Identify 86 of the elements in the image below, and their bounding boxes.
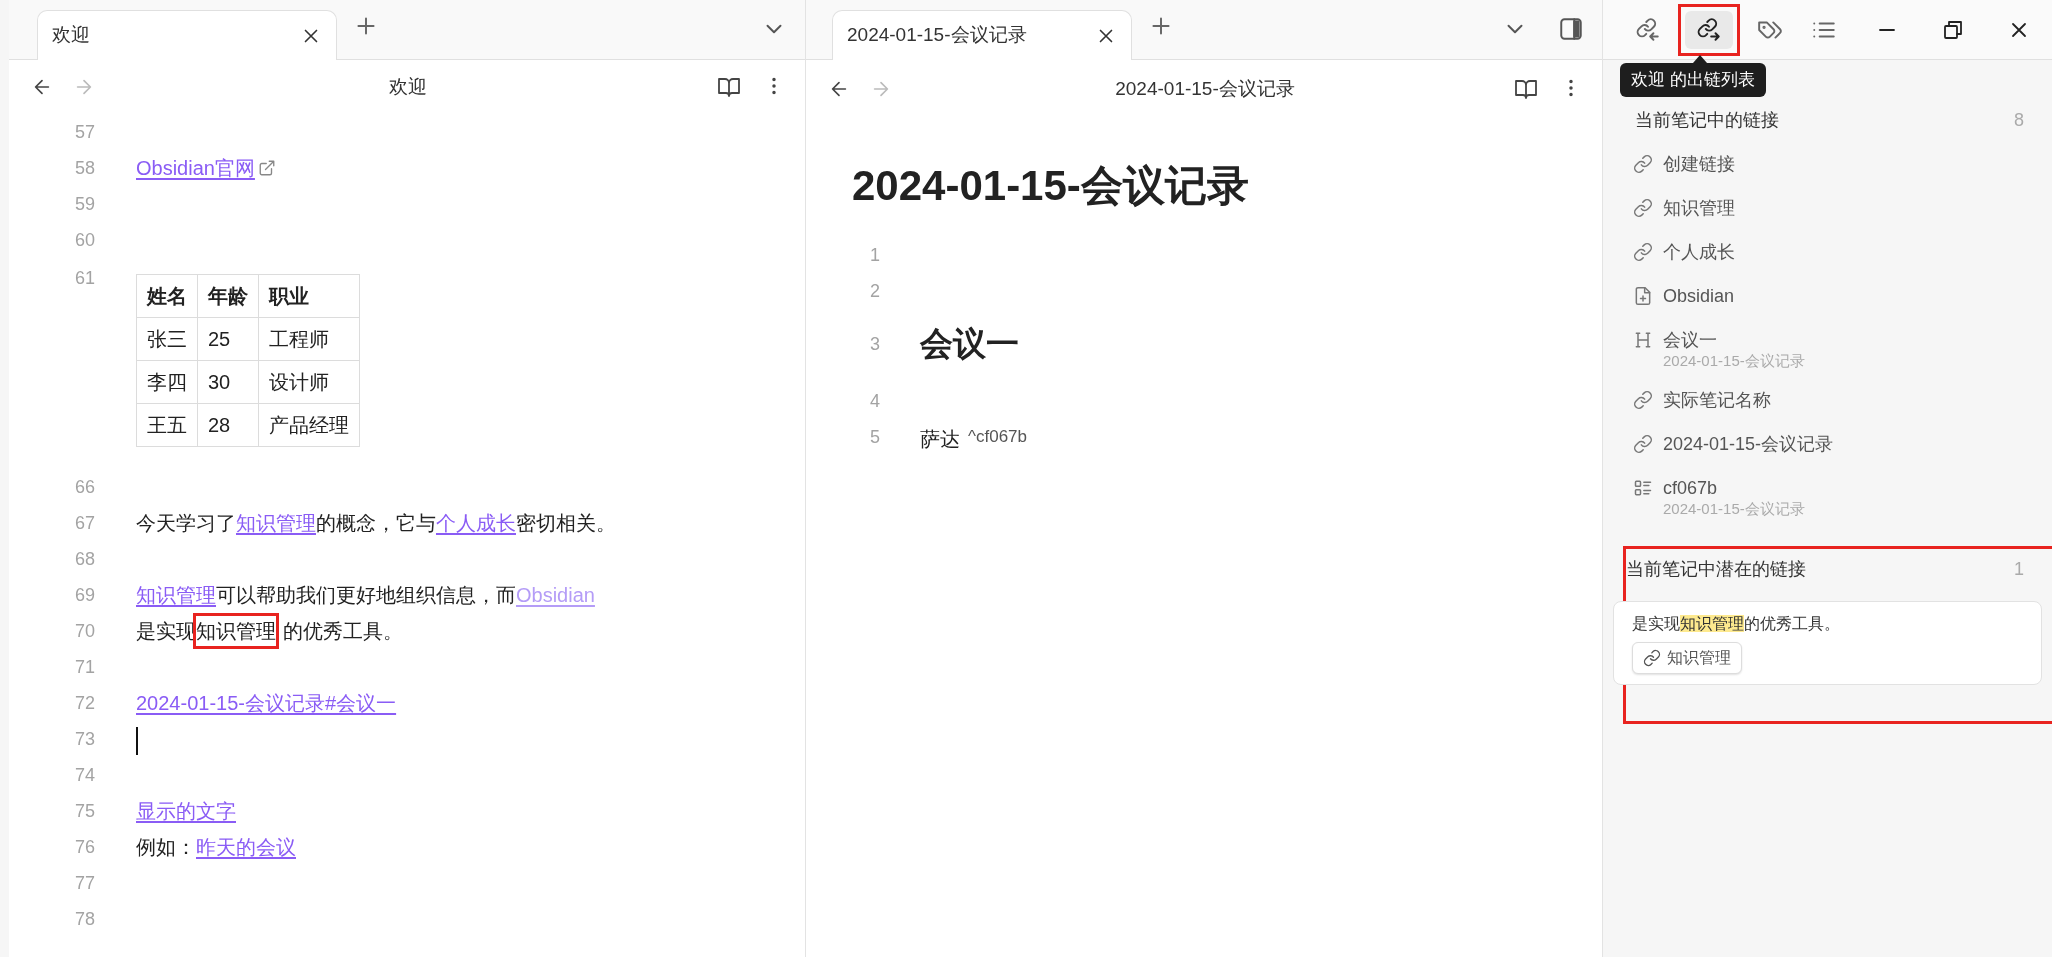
count-text: 8: [2014, 108, 2024, 132]
table-cell: 产品经理: [258, 403, 360, 447]
paragraph-text: 例如：昨天的会议: [136, 836, 296, 858]
table-cell: 30: [197, 360, 259, 404]
note-path: 2024-01-15-会议记录: [1663, 352, 1805, 370]
line-number: 57: [73, 121, 95, 144]
heading-icon: [1633, 330, 1653, 350]
line-number: 59: [73, 193, 95, 216]
line-number: 4: [869, 390, 880, 413]
book-icon[interactable]: [1514, 77, 1538, 101]
line-number: 61: [73, 268, 95, 289]
outgoing-link-item[interactable]: 知识管理: [1663, 188, 1735, 228]
table-cell: 工程师: [258, 317, 360, 361]
context-text: 是实现知识管理的优秀工具。: [1632, 614, 1841, 634]
line-number: 1: [869, 244, 880, 267]
book-icon[interactable]: [717, 75, 741, 99]
line-number: 66: [73, 476, 95, 499]
line-number: 58: [73, 157, 95, 180]
note-title: 2024-01-15-会议记录: [1114, 76, 1296, 101]
line-number: 68: [73, 548, 95, 571]
table-cell: 设计师: [258, 360, 360, 404]
link-icon: [1633, 434, 1653, 454]
block-id-text: ^cf067b: [968, 427, 1028, 446]
section-title: 当前笔记中的链接: [1635, 108, 1779, 132]
internal-link[interactable]: 个人成长: [436, 512, 516, 534]
table-header-cell: 职业: [258, 274, 360, 318]
line-number: 5: [869, 426, 880, 449]
count-text: 1: [2014, 557, 2024, 581]
internal-link[interactable]: 显示的文字: [136, 800, 236, 822]
paragraph-text: 今天学习了知识管理的概念，它与个人成长密切相关。: [136, 512, 616, 534]
table-cell: 张三: [136, 317, 198, 361]
line-number: 70: [73, 620, 95, 643]
link-icon: [1643, 649, 1661, 667]
external-link-icon: [257, 159, 276, 177]
note-tab[interactable]: 2024-01-15-会议记录: [832, 10, 1132, 60]
note-tab[interactable]: 欢迎: [37, 10, 337, 60]
block-list-icon: [1633, 478, 1653, 498]
link-button[interactable]: 知识管理: [1632, 642, 1742, 674]
link-right-arrow-icon: [1696, 16, 1723, 43]
table-header-cell: 年龄: [197, 274, 259, 318]
table-header-cell: 姓名: [136, 274, 198, 318]
section-title: 当前笔记中潜在的链接: [1626, 557, 1806, 581]
paragraph-text: 知识管理可以帮助我们更好地组织信息，而Obsidian: [136, 584, 595, 606]
line-number: 60: [73, 229, 95, 252]
paragraph-text: 萨达: [920, 428, 960, 450]
table-cell: 王五: [136, 403, 198, 447]
table-cell: 28: [197, 403, 259, 447]
heading-text: 会议一: [920, 325, 1019, 362]
file-plus-icon: [1633, 286, 1653, 306]
line-number: 69: [73, 584, 95, 607]
tooltip: 欢迎 的出链列表: [1620, 63, 1766, 97]
line-number: 77: [73, 872, 95, 895]
line-number: 2: [869, 280, 880, 303]
line-number: 78: [73, 908, 95, 931]
line-number: 71: [73, 656, 95, 679]
note-path: 2024-01-15-会议记录: [1663, 500, 1805, 518]
internal-link[interactable]: 2024-01-15-会议记录#会议一: [136, 692, 397, 714]
line-number: 74: [73, 764, 95, 787]
link-icon: [1633, 198, 1653, 218]
highlight-frame: 知识管理: [193, 613, 279, 649]
line-number: 76: [73, 836, 95, 859]
internal-link[interactable]: 昨天的会议: [196, 836, 296, 858]
outgoing-link-item[interactable]: 创建链接: [1663, 144, 1735, 184]
note-title: 欢迎: [388, 74, 428, 99]
table-cell: 25: [197, 317, 259, 361]
link-icon: [1633, 242, 1653, 262]
outgoing-link-item[interactable]: Obsidian: [1663, 276, 1735, 316]
link-icon: [1633, 154, 1653, 174]
internal-link[interactable]: 知识管理: [136, 584, 216, 606]
highlighted-text: 知识管理: [1680, 615, 1744, 632]
sidebar-toggle-icon[interactable]: [1558, 16, 1584, 42]
table-cell: 李四: [136, 360, 198, 404]
line-number: 72: [73, 692, 95, 715]
outgoing-link-item[interactable]: 个人成长: [1663, 232, 1735, 272]
outgoing-link-item[interactable]: 实际笔记名称: [1663, 380, 1771, 420]
inline-title: 2024-01-15-会议记录: [851, 161, 1250, 211]
outgoing-link-item[interactable]: 2024-01-15-会议记录: [1663, 424, 1834, 464]
line-number: 73: [73, 728, 95, 751]
line-number: 3: [869, 333, 880, 356]
link-icon: [1633, 390, 1653, 410]
external-link[interactable]: Obsidian官网: [136, 157, 276, 179]
line-number: 67: [73, 512, 95, 535]
link-left-arrow-icon: [1635, 16, 1662, 43]
line-number: 75: [73, 800, 95, 823]
sidebar-tab[interactable]: [1685, 10, 1734, 49]
internal-link[interactable]: 知识管理: [236, 512, 316, 534]
